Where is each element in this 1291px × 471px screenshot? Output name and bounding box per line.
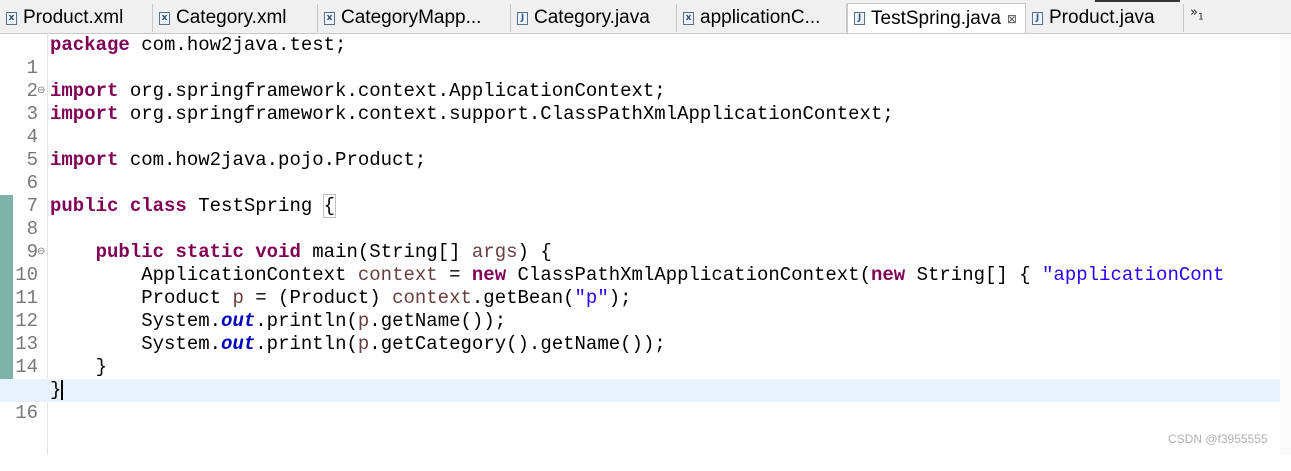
code-line[interactable]: 15 } (0, 356, 1280, 401)
code-text: ) { (517, 241, 552, 263)
chevron-double-right-icon: » (1190, 5, 1198, 20)
code-text: String[] { (905, 264, 1043, 286)
code-text: .getName()); (369, 310, 507, 332)
code-text: .println( (255, 333, 358, 355)
code-text: .getBean( (471, 287, 575, 309)
code-line[interactable]: 12 Product p = (Product) context.getBean… (0, 287, 1280, 332)
matching-bracket: { (322, 194, 337, 218)
keyword: package (50, 34, 130, 56)
class-name: TestSpring (186, 195, 324, 217)
code-text: } (50, 379, 62, 401)
tab-applicationcontext-xml[interactable]: x applicationC... (677, 4, 847, 32)
code-text: com.how2java.pojo.Product; (118, 149, 427, 171)
keyword: class (129, 195, 187, 217)
code-text: .println( (255, 310, 358, 332)
code-text: org.springframework.context.ApplicationC… (118, 80, 666, 102)
tab-label: CategoryMapp... (341, 7, 482, 28)
code-line-current[interactable]: 16 } (0, 379, 1280, 424)
code-line[interactable]: 4 import org.springframework.context.sup… (0, 103, 1280, 148)
watermark-text: CSDN @f3955555 (1168, 432, 1268, 446)
code-text: System. (141, 310, 222, 332)
tab-product-xml[interactable]: x Product.xml (0, 4, 153, 32)
editor-tab-bar: x Product.xml x Category.xml x CategoryM… (0, 0, 1291, 34)
java-file-icon: J (517, 11, 528, 25)
code-text: ClassPathXmlApplicationContext( (506, 264, 871, 286)
code-text: = (437, 264, 472, 286)
tab-category-xml[interactable]: x Category.xml (153, 4, 318, 32)
keyword: public (95, 241, 165, 263)
local-variable: p (357, 310, 370, 332)
local-variable: context (392, 287, 472, 309)
code-line[interactable]: 5 (0, 126, 1280, 171)
code-text: ApplicationContext (141, 264, 358, 286)
tab-bar-top-rule (1095, 0, 1180, 2)
java-file-icon: J (854, 12, 865, 25)
code-text: org.springframework.context.support.Clas… (118, 103, 894, 125)
code-text: Product (141, 287, 233, 309)
code-line[interactable]: 13 System.out.println(p.getName()); (0, 310, 1280, 355)
code-line[interactable]: 7 (0, 172, 1280, 217)
keyword: void (255, 241, 301, 263)
tab-label: Product.xml (23, 7, 124, 28)
tab-label: Product.java (1049, 7, 1155, 28)
close-tab-icon[interactable]: ⊠ (1007, 12, 1017, 26)
keyword: import (50, 149, 119, 171)
code-line[interactable]: 3 ⊖ import org.springframework.context.A… (0, 79, 1280, 125)
code-line[interactable]: 9 (0, 218, 1280, 263)
code-editor[interactable]: 1 package com.how2java.test; 2 3 ⊖ impor… (0, 34, 1291, 455)
xml-file-icon: x (159, 11, 170, 25)
tab-label: TestSpring.java (871, 7, 1001, 29)
string-literal: "applicationCont (1042, 264, 1225, 286)
code-line[interactable]: 2 (0, 57, 1280, 102)
keyword: import (50, 80, 119, 102)
tab-label: Category.xml (176, 7, 287, 28)
code-text: com.how2java.test; (129, 34, 347, 56)
string-literal: "p" (574, 287, 609, 309)
code-line[interactable]: 6 import com.how2java.pojo.Product; (0, 149, 1280, 194)
keyword: public (50, 195, 119, 217)
vertical-scrollbar[interactable] (1280, 34, 1291, 455)
code-text: main(String[] (300, 241, 472, 263)
local-variable: context (357, 264, 438, 286)
tab-category-java[interactable]: J Category.java (511, 4, 677, 32)
keyword: import (50, 103, 119, 125)
xml-file-icon: x (324, 11, 335, 25)
code-text: System. (141, 333, 222, 355)
tab-label: applicationC... (700, 7, 821, 28)
tab-product-java[interactable]: J Product.java (1026, 4, 1184, 32)
tab-overflow-button[interactable]: »1 (1190, 5, 1204, 23)
static-field: out (221, 333, 256, 355)
tab-testspring-java[interactable]: J TestSpring.java ⊠ (847, 3, 1026, 33)
code-text: } (95, 356, 108, 378)
local-variable: p (357, 333, 370, 355)
code-line[interactable]: 8 public class TestSpring { (0, 194, 1280, 240)
line-number: 16 (15, 402, 38, 424)
keyword: static (175, 241, 244, 263)
code-text: = (Product) (243, 287, 393, 309)
hidden-tab-count: 1 (1197, 12, 1204, 23)
keyword: new (471, 264, 507, 286)
code-line[interactable]: 10 ⊖ public static void main(String[] ar… (0, 240, 1280, 286)
code-text: .getCategory().getName()); (369, 333, 666, 355)
text-cursor (61, 379, 64, 400)
tab-label: Category.java (534, 7, 650, 28)
local-variable: args (471, 241, 518, 263)
code-line[interactable]: 14 System.out.println(p.getCategory().ge… (0, 333, 1280, 378)
static-field: out (221, 310, 256, 332)
local-variable: p (232, 287, 244, 309)
xml-file-icon: x (6, 11, 17, 25)
keyword: new (870, 264, 906, 286)
java-file-icon: J (1032, 11, 1043, 25)
code-text: ); (608, 287, 632, 309)
xml-file-icon: x (683, 11, 694, 25)
code-line[interactable]: 11 ApplicationContext context = new Clas… (0, 264, 1280, 309)
fold-collapse-icon[interactable]: ⊖ (37, 240, 45, 263)
fold-collapse-icon[interactable]: ⊖ (37, 79, 45, 102)
tab-categorymapper-xml[interactable]: x CategoryMapp... (318, 4, 511, 32)
code-line[interactable]: 1 package com.how2java.test; (0, 34, 1280, 79)
